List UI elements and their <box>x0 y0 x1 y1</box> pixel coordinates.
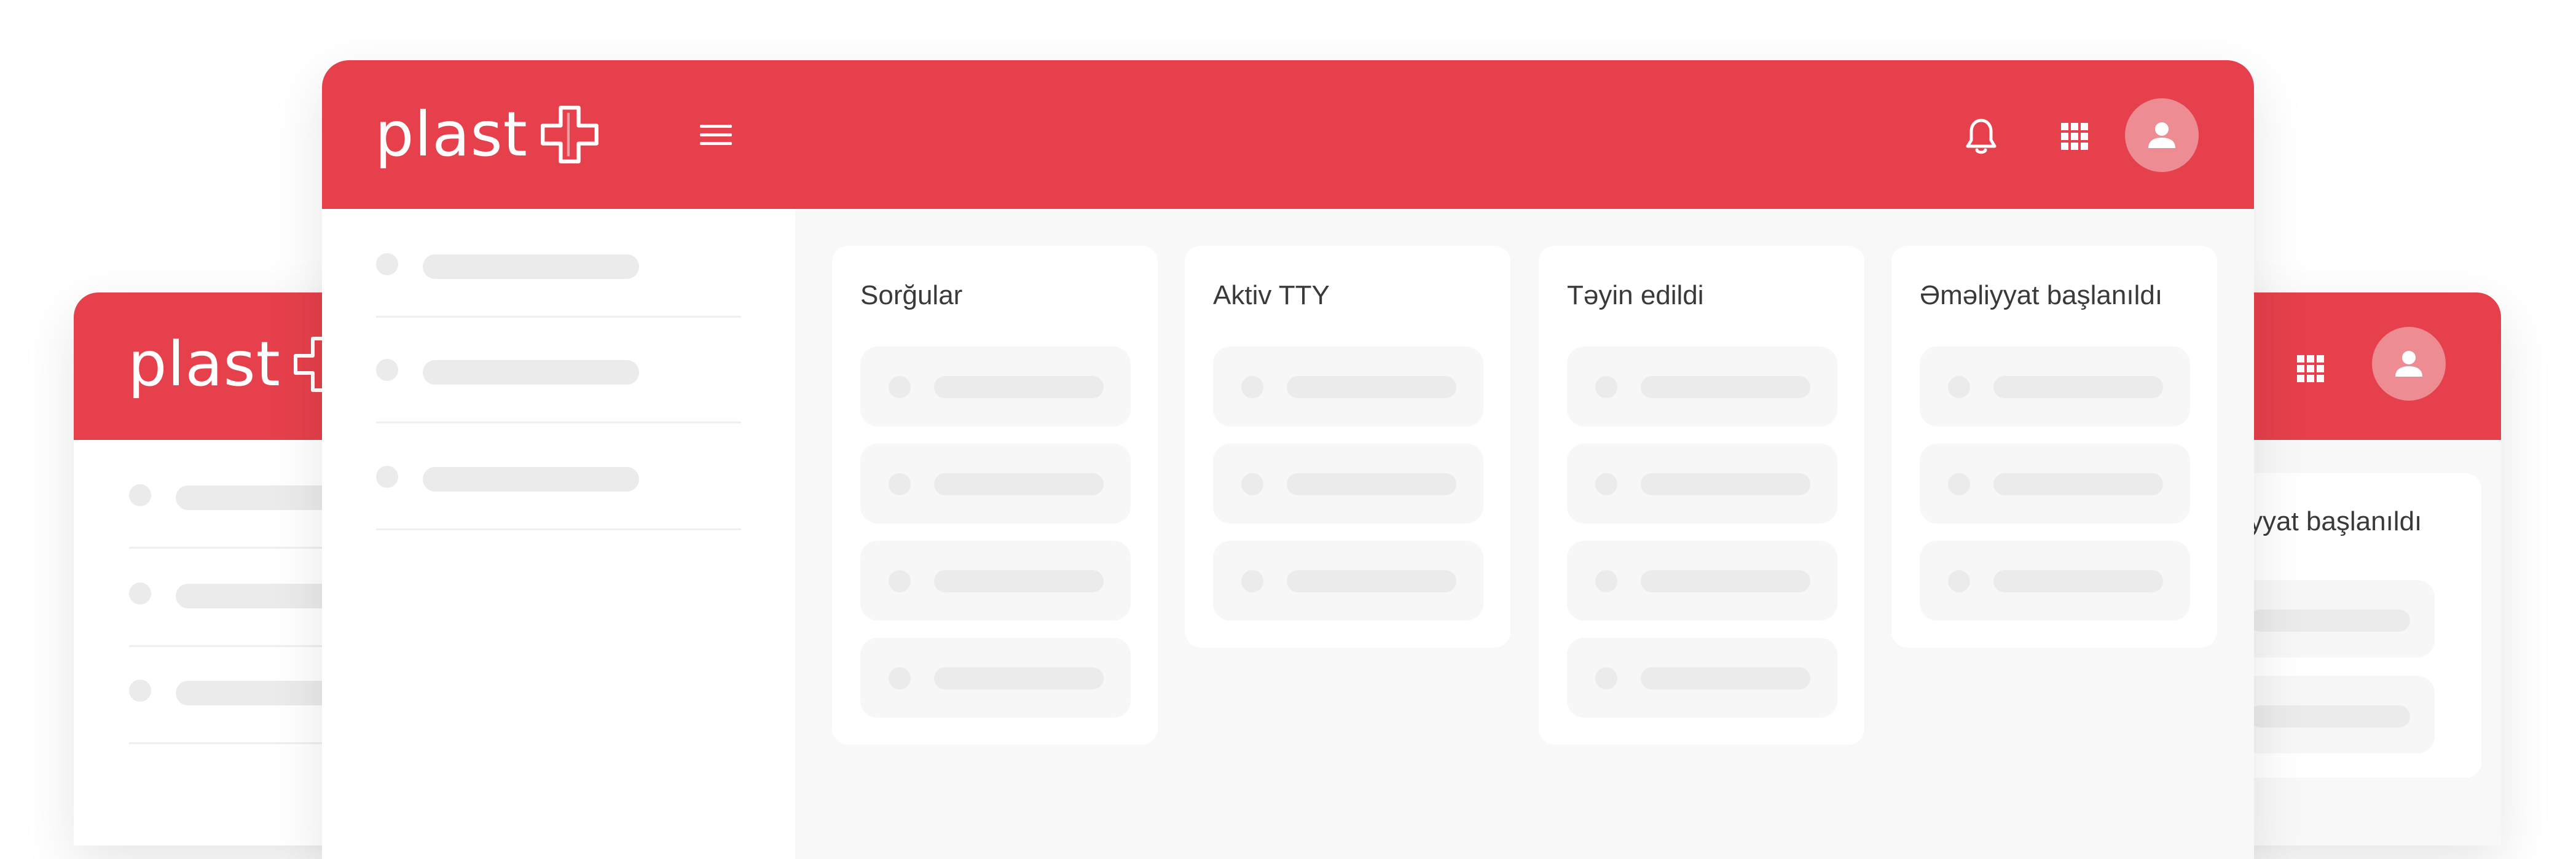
main-app-window: plast Sorğular Aktiv TTY Təyin edildi Əm… <box>322 60 2254 859</box>
placeholder-card[interactable] <box>1920 347 2190 426</box>
menu-button[interactable] <box>698 118 734 151</box>
placeholder-card[interactable] <box>1567 347 1837 426</box>
user-icon <box>2148 122 2175 148</box>
kanban-board: Sorğular Aktiv TTY Təyin edildi Əməliyya… <box>795 209 2254 859</box>
placeholder-card[interactable] <box>1213 541 1483 621</box>
board-column: Təyin edildi <box>1539 246 1864 745</box>
brand-name: plast <box>128 328 281 400</box>
placeholder-card[interactable] <box>860 444 1131 524</box>
placeholder-card[interactable] <box>1920 444 2190 524</box>
user-avatar[interactable] <box>2372 327 2446 401</box>
board-column: yyat başlanıldı <box>2249 473 2481 778</box>
placeholder-card[interactable] <box>860 541 1131 621</box>
user-avatar[interactable] <box>2125 98 2199 172</box>
brand-logo[interactable]: plast <box>128 331 351 398</box>
notifications-button[interactable] <box>1957 112 2006 161</box>
sidebar-placeholder-item[interactable] <box>376 209 741 318</box>
bell-icon <box>1966 119 1997 154</box>
app-header: plast <box>322 60 2254 209</box>
sidebar <box>322 209 795 859</box>
board-column: Aktiv TTY <box>1185 246 1510 648</box>
placeholder-card[interactable] <box>1567 638 1837 718</box>
placeholder-card[interactable] <box>1213 347 1483 426</box>
menu-icon <box>700 125 732 145</box>
apps-grid-icon[interactable] <box>2286 344 2335 393</box>
column-title: yyat başlanıldı <box>2249 506 2422 536</box>
placeholder-card[interactable] <box>1213 444 1483 524</box>
brand-logo[interactable]: plast <box>375 101 600 168</box>
sidebar-placeholder-item[interactable] <box>376 315 741 423</box>
brand-name: plast <box>375 98 528 170</box>
board-column: Əməliyyat başlanıldı <box>1891 246 2217 648</box>
column-title: Təyin edildi <box>1567 280 1704 310</box>
plus-logo-icon <box>540 106 599 163</box>
placeholder-card[interactable] <box>2249 580 2435 657</box>
placeholder-card[interactable] <box>860 347 1131 426</box>
column-title: Aktiv TTY <box>1213 280 1330 310</box>
column-title: Sorğular <box>860 280 963 310</box>
board-column: Sorğular <box>832 246 1158 745</box>
sidebar <box>74 440 392 845</box>
apps-button[interactable] <box>2050 112 2099 161</box>
placeholder-card[interactable] <box>1920 541 2190 621</box>
user-icon <box>2395 351 2422 377</box>
placeholder-card[interactable] <box>2249 676 2435 753</box>
sidebar-placeholder-item[interactable] <box>376 422 741 530</box>
board-area: yyat başlanıldı <box>2249 440 2501 845</box>
placeholder-card[interactable] <box>1567 444 1837 524</box>
placeholder-card[interactable] <box>1567 541 1837 621</box>
column-title: Əməliyyat başlanıldı <box>1920 280 2163 310</box>
apps-grid-icon <box>2061 123 2088 150</box>
placeholder-card[interactable] <box>860 638 1131 718</box>
